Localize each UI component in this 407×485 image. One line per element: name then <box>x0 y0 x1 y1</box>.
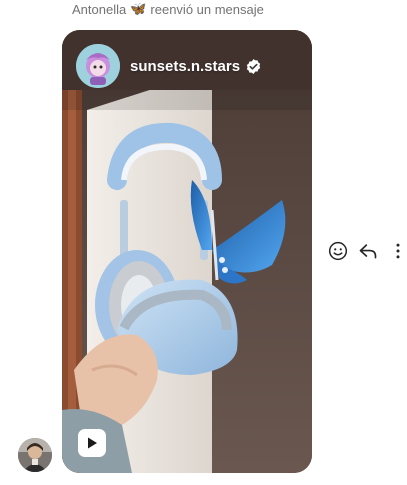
verified-badge-icon <box>246 58 261 74</box>
forward-text: reenvió un mensaje <box>150 1 264 17</box>
message-thread: Antonella 🦋 reenvió un mensaje sunsets.n… <box>0 0 407 485</box>
sender-avatar[interactable] <box>18 438 52 472</box>
shared-reel-card[interactable]: sunsets.n.stars <box>62 30 312 473</box>
forward-sender: Antonella <box>72 1 127 17</box>
post-username[interactable]: sunsets.n.stars <box>130 58 240 75</box>
message-actions <box>327 240 407 262</box>
more-options-button[interactable] <box>387 240 407 262</box>
sender-avatar-image <box>18 438 52 472</box>
post-author-avatar[interactable] <box>76 44 120 88</box>
react-button[interactable] <box>327 240 349 262</box>
more-vertical-icon <box>396 243 400 259</box>
reply-button[interactable] <box>357 240 379 262</box>
butterfly-emoji: 🦋 <box>130 1 147 16</box>
reel-play-badge <box>78 429 106 457</box>
reply-arrow-icon <box>359 244 377 259</box>
post-author[interactable]: sunsets.n.stars <box>76 44 262 88</box>
smiley-icon <box>328 241 348 261</box>
play-icon <box>88 437 97 449</box>
forward-notice: Antonella 🦋 reenvió un mensaje <box>72 0 264 18</box>
post-photo <box>62 30 312 473</box>
author-avatar-image <box>76 44 120 88</box>
